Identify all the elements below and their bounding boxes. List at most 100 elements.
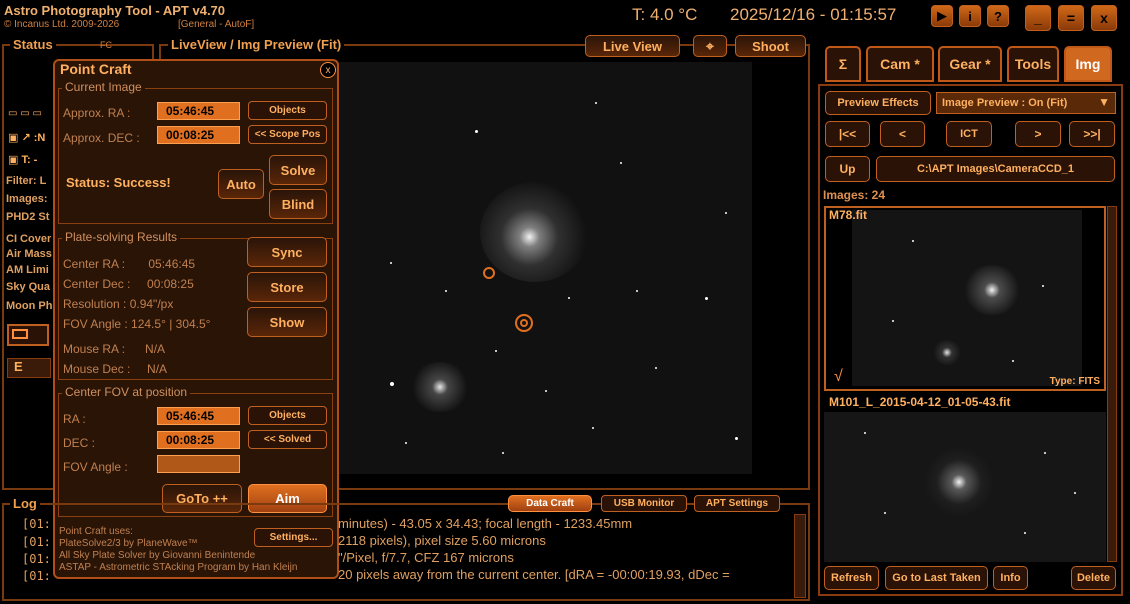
temperature-readout: T: 4.0 °C <box>632 5 698 24</box>
images-count: Images: 24 <box>823 188 886 202</box>
play-icon: ▶ <box>937 8 947 23</box>
log-line-tail: minutes) - 43.05 x 34.43; focal length -… <box>338 516 633 531</box>
fov-ra-label: RA : <box>63 412 86 426</box>
fov-dec-field[interactable]: 00:08:25 <box>157 431 240 449</box>
gallery-scrollbar[interactable] <box>1107 206 1117 562</box>
approx-ra-field[interactable]: 05:46:45 <box>157 102 240 120</box>
tab-apt-settings[interactable]: APT Settings <box>694 495 780 512</box>
live-view-button[interactable]: Live View <box>585 35 680 57</box>
tab-cam[interactable]: Cam * <box>866 46 934 82</box>
play-button[interactable]: ▶ <box>931 5 953 27</box>
solve-status: Status: Success! <box>66 175 171 190</box>
image-preview-select[interactable]: Image Preview : On (Fit) ▼ <box>936 92 1116 114</box>
preview-image[interactable] <box>330 62 752 474</box>
objects-button[interactable]: Objects <box>248 101 327 120</box>
approx-dec-field[interactable]: 00:08:25 <box>157 126 240 144</box>
thumbnail-image <box>852 210 1082 386</box>
store-button[interactable]: Store <box>247 272 327 302</box>
solve-button[interactable]: Solve <box>269 155 327 185</box>
refresh-button[interactable]: Refresh <box>824 566 879 590</box>
preview-effects-button[interactable]: Preview Effects <box>825 91 931 115</box>
folder-path-button[interactable]: C:\APT Images\CameraCCD_1 <box>876 156 1115 182</box>
thumbnail-m78[interactable]: M78.fit √ Type: FITS <box>824 206 1106 391</box>
go-to-last-taken-button[interactable]: Go to Last Taken <box>885 566 988 590</box>
crosshair-button[interactable]: ⌖ <box>693 35 727 57</box>
status-filter: Filter: L <box>6 175 47 187</box>
info-image-button[interactable]: Info <box>993 566 1028 590</box>
checkmark-icon: √ <box>834 368 843 385</box>
status-label: Status <box>10 37 56 52</box>
tab-usb-monitor[interactable]: USB Monitor <box>601 495 687 512</box>
close-icon: x <box>325 64 331 76</box>
next-image-button[interactable]: > <box>1015 121 1061 147</box>
maximize-icon: = <box>1066 10 1076 26</box>
liveview-label: LiveView / Img Preview (Fit) <box>168 37 345 52</box>
e-indicator: E <box>7 358 51 378</box>
blind-button[interactable]: Blind <box>269 189 327 219</box>
log-line: [01: <box>22 517 51 531</box>
tab-img[interactable]: Img <box>1064 46 1112 82</box>
thumbnail-type: Type: FITS <box>1049 376 1100 387</box>
chevron-down-icon: ▼ <box>1098 95 1110 109</box>
log-line: [01: <box>22 552 51 566</box>
help-button[interactable]: ? <box>987 5 1009 27</box>
status-moon-phase: Moon Ph <box>6 300 53 312</box>
thumbnail-image <box>824 412 1106 562</box>
thumbnail-m101[interactable]: M101_L_2015-04-12_01-05-43.fit <box>824 394 1106 564</box>
close-app-button[interactable]: x <box>1091 5 1117 31</box>
mode-label: [General - AutoF] <box>178 19 255 30</box>
center-fov-label: Center FOV at position <box>62 385 191 399</box>
point-craft-close-button[interactable]: x <box>320 62 336 78</box>
fov-objects-button[interactable]: Objects <box>248 406 327 425</box>
nebula-small <box>410 362 470 412</box>
thumbnail-name: M101_L_2015-04-12_01-05-43.fit <box>829 395 1011 409</box>
minimize-button[interactable]: _ <box>1025 5 1051 31</box>
mount-status-row: ▣ ↗ :N <box>8 132 46 144</box>
close-icon: x <box>1100 10 1108 26</box>
up-button[interactable]: Up <box>825 156 870 182</box>
last-image-button[interactable]: >>| <box>1069 121 1115 147</box>
sync-button[interactable]: Sync <box>247 237 327 267</box>
delete-button[interactable]: Delete <box>1071 566 1116 590</box>
fov-dec-label: DEC : <box>63 436 96 450</box>
camera-status-icons: ▭ ▭ ▭ <box>8 108 42 119</box>
log-line-tail: "/Pixel, f/7.7, CFZ 167 microns <box>338 550 514 565</box>
prev-image-button[interactable]: < <box>880 121 925 147</box>
log-scrollbar[interactable] <box>794 514 806 598</box>
status-air-mass: Air Mass <box>6 248 52 260</box>
solved-button[interactable]: << Solved <box>248 430 327 449</box>
first-image-button[interactable]: |<< <box>825 121 870 147</box>
status-am-limit: AM Limi <box>6 264 49 276</box>
fov-angle-field[interactable] <box>157 455 240 473</box>
center-dec: Center Dec : 00:08:25 <box>63 277 194 291</box>
target-marker-center <box>515 314 533 332</box>
point-craft-title: Point Craft <box>60 61 132 77</box>
datetime-readout: 2025/12/16 - 01:15:57 <box>730 5 897 24</box>
mouse-dec: Mouse Dec : N/A <box>63 362 168 376</box>
fc-label: FC <box>100 40 112 50</box>
tab-tools[interactable]: Tools <box>1007 46 1059 82</box>
auto-button[interactable]: Auto <box>218 169 264 199</box>
tab-gear[interactable]: Gear * <box>938 46 1002 82</box>
show-button[interactable]: Show <box>247 307 327 337</box>
scope-pos-button[interactable]: << Scope Pos <box>248 125 327 144</box>
status-indicator-box[interactable] <box>7 324 49 346</box>
log-line: [01: <box>22 569 51 583</box>
help-icon: ? <box>994 8 1002 24</box>
maximize-button[interactable]: = <box>1058 5 1084 31</box>
fov-angle-label: FOV Angle : <box>63 460 128 474</box>
temp-status-row: ▣ T: - <box>8 154 38 166</box>
minimize-icon: _ <box>1034 10 1042 26</box>
shoot-button[interactable]: Shoot <box>735 35 806 57</box>
mouse-ra: Mouse RA : N/A <box>63 342 166 356</box>
thumbnail-name: M78.fit <box>829 208 868 222</box>
info-button[interactable]: i <box>959 5 981 27</box>
target-marker-small <box>483 267 495 279</box>
results-label: Plate-solving Results <box>62 230 181 244</box>
fov-ra-field[interactable]: 05:46:45 <box>157 407 240 425</box>
resolution: Resolution : 0.94"/px <box>63 297 174 311</box>
log-line-tail: 2118 pixels), pixel size 5.60 microns <box>338 533 546 548</box>
ict-button[interactable]: ICT <box>946 121 992 147</box>
tab-sigma[interactable]: Σ <box>825 46 861 82</box>
tab-data-craft[interactable]: Data Craft <box>508 495 592 512</box>
